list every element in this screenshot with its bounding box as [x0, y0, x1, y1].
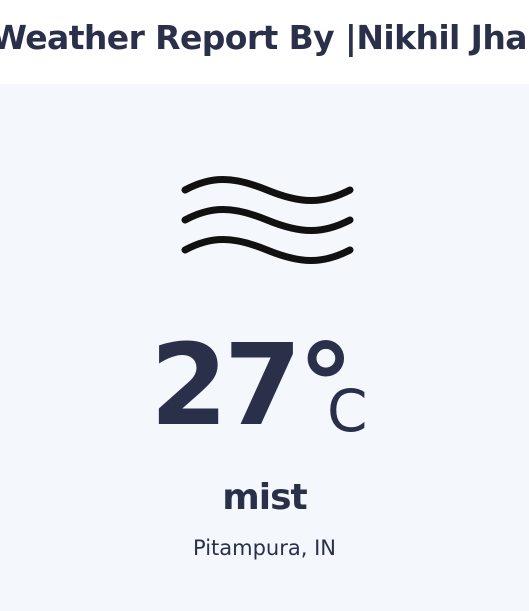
page-header: Weather Report By |Nikhil Jha| [0, 0, 529, 84]
location-label: Pitampura, IN [193, 536, 336, 560]
temperature-value: 27° [150, 321, 354, 451]
page-title: Weather Report By |Nikhil Jha| [0, 17, 529, 57]
weather-condition: mist [222, 477, 308, 518]
temperature-display: 27° C [0, 330, 529, 462]
temperature-unit: C [327, 377, 368, 445]
mist-icon [181, 176, 354, 264]
weather-card: 27° C mist Pitampura, IN [0, 84, 529, 611]
